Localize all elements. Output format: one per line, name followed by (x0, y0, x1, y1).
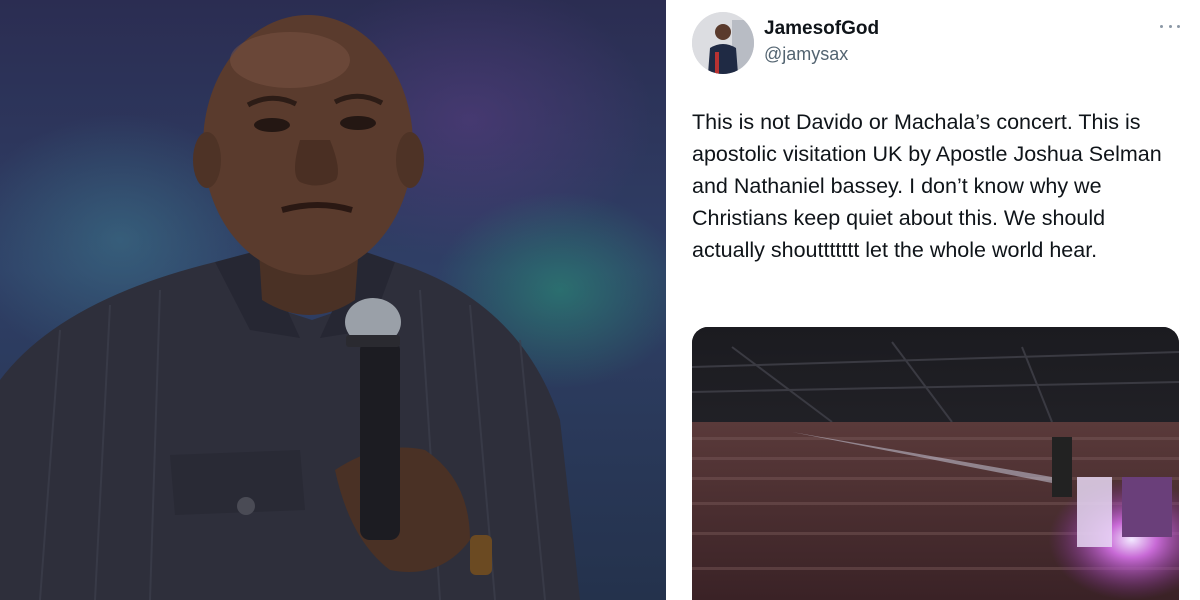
speaker-illustration (0, 15, 580, 600)
speaker-photo (0, 0, 666, 600)
microphone-body (360, 340, 400, 540)
arena-image (692, 327, 1179, 600)
more-dots-icon[interactable] (1156, 16, 1184, 36)
display-name[interactable]: JamesofGod (764, 18, 879, 40)
user-handle[interactable]: @jamysax (764, 44, 848, 65)
tweet-media[interactable] (692, 327, 1179, 600)
tweet-text: This is not Davido or Machala’s concert.… (692, 110, 1162, 262)
tweet-card: JamesofGod @jamysax This is not Davido o… (666, 0, 1200, 600)
avatar-image (692, 12, 754, 74)
avatar[interactable] (692, 12, 754, 74)
